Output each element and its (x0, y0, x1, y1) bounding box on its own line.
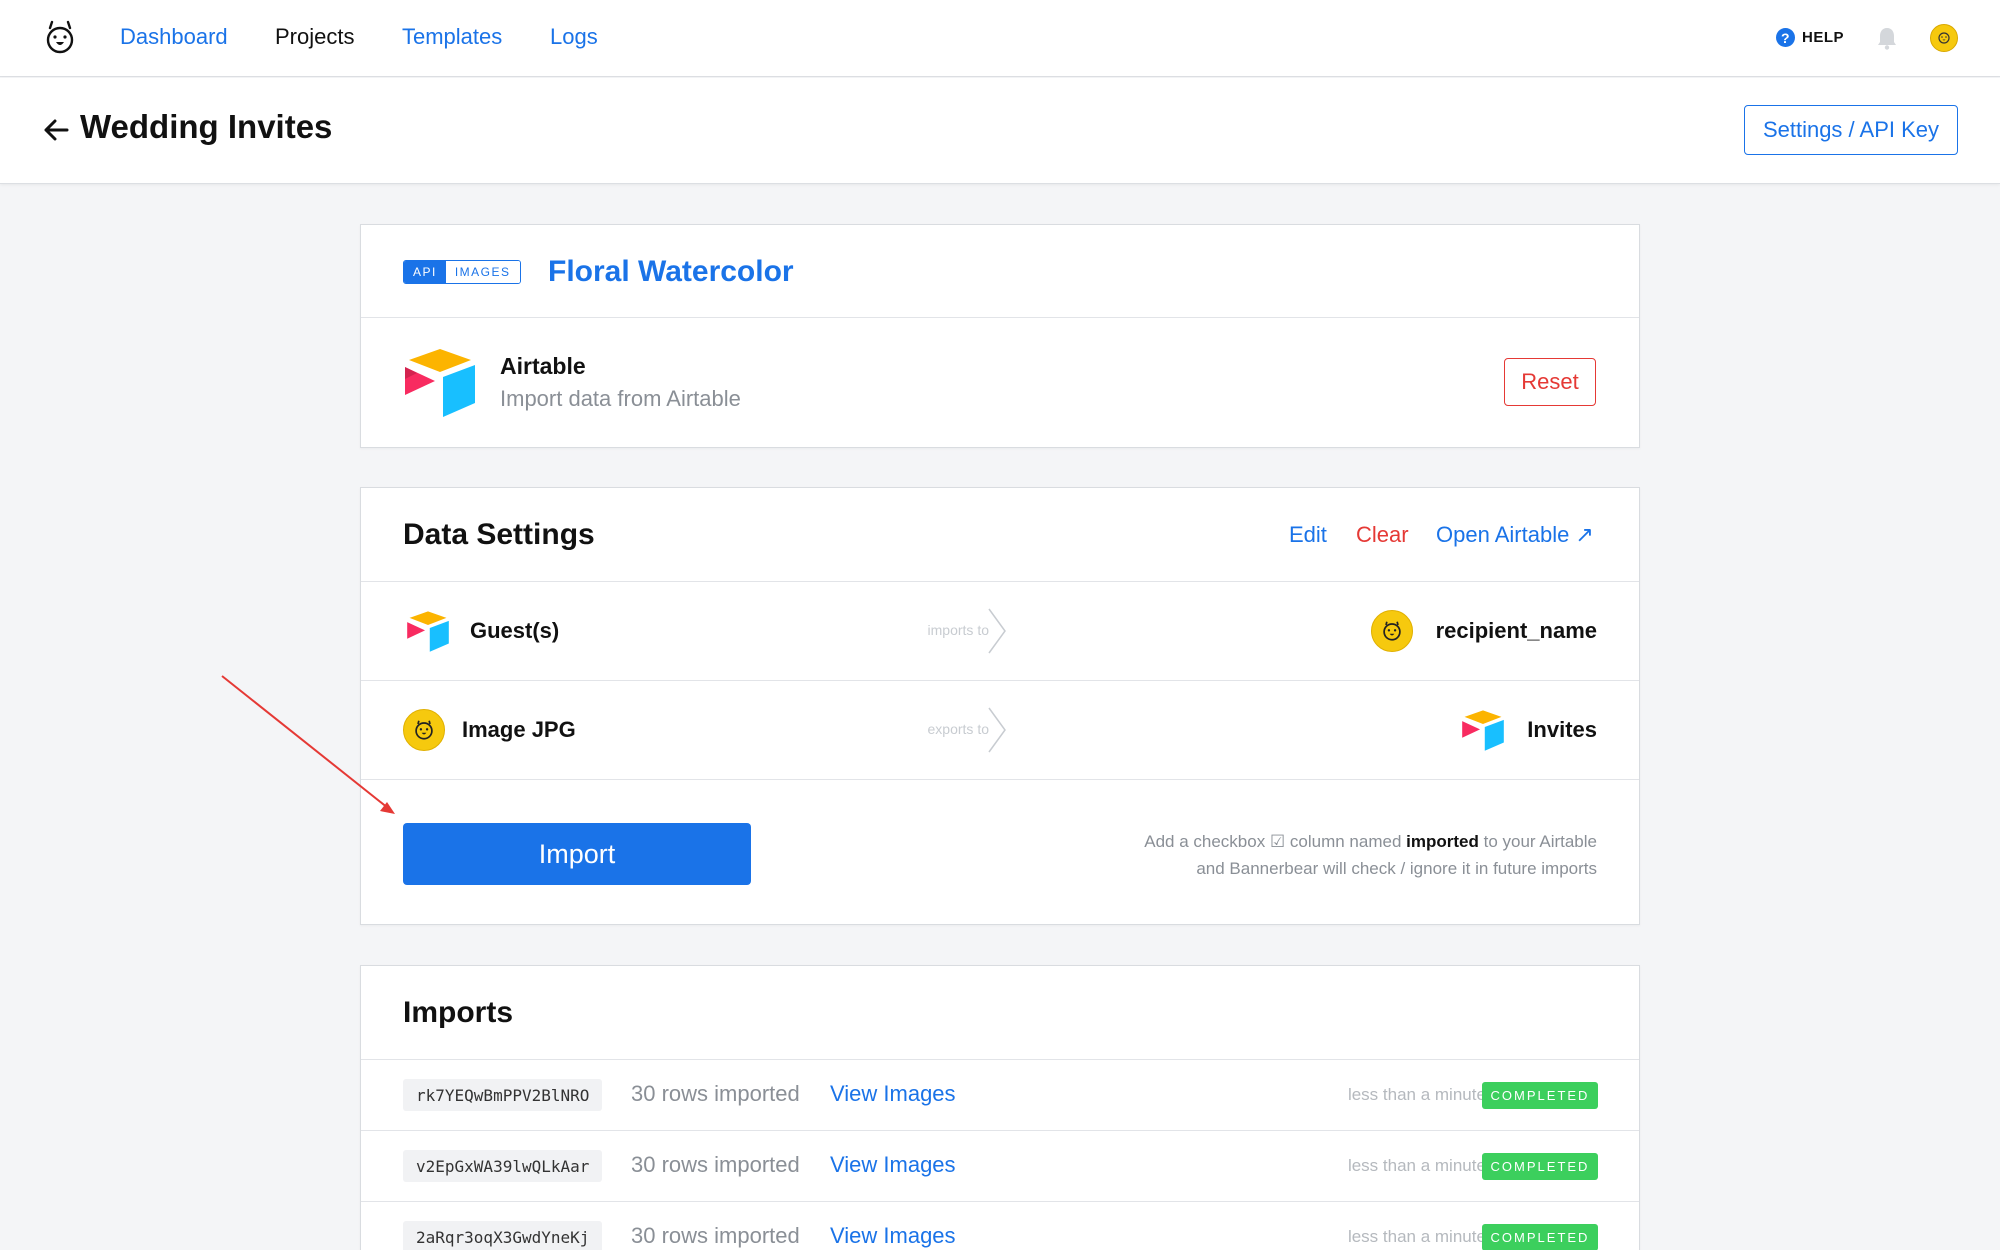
bear-icon (1938, 32, 1950, 44)
import-time: less than a minute ago (1347, 1085, 1519, 1104)
open-airtable-link[interactable]: Open Airtable ↗ (1436, 522, 1594, 548)
mapping-direction: imports to (927, 622, 989, 638)
help-label: HELP (1802, 29, 1845, 46)
template-name-link[interactable]: Floral Watercolor (548, 255, 794, 289)
mapping-source-field: Guest(s) (470, 618, 560, 643)
nav-projects[interactable]: Projects (275, 24, 354, 50)
import-hint: Add a checkbox ☑ column named imported t… (1037, 828, 1597, 882)
mapping-source-field: Image JPG (462, 717, 576, 742)
mapping-direction: exports to (927, 721, 989, 737)
mapping-target-field: Invites (1527, 717, 1597, 742)
badge-images: IMAGES (445, 261, 520, 283)
import-time: less than a minute ago (1347, 1227, 1519, 1246)
reset-button[interactable]: Reset (1504, 358, 1596, 406)
data-settings-title: Data Settings (403, 518, 595, 551)
view-images-link[interactable]: View Images (830, 1152, 956, 1178)
import-action-row: Import Add a checkbox ☑ column named imp… (361, 780, 1639, 926)
bear-icon (403, 709, 445, 751)
import-row-count: 30 rows imported (631, 1223, 800, 1248)
source-title: Airtable (500, 353, 586, 379)
user-avatar[interactable] (1930, 24, 1958, 52)
import-id: v2EpGxWA39lwQLkAar (403, 1150, 603, 1182)
view-images-link[interactable]: View Images (830, 1223, 956, 1249)
mapping-target-field: recipient_name (1435, 618, 1597, 643)
hint-column-name: imported (1406, 832, 1479, 851)
status-badge: COMPLETED (1482, 1153, 1598, 1180)
import-row: 2aRqr3oqX3GwdYneKj 30 rows imported View… (361, 1202, 1639, 1250)
airtable-icon (405, 349, 475, 417)
mapping-row: Guest(s) imports to recipient_name (361, 582, 1639, 680)
edit-link[interactable]: Edit (1289, 522, 1327, 548)
import-row: v2EpGxWA39lwQLkAar 30 rows imported View… (361, 1131, 1639, 1201)
import-row-count: 30 rows imported (631, 1081, 800, 1106)
hint-text-line2: and Bannerbear will check / ignore it in… (1196, 859, 1597, 878)
nav-dashboard[interactable]: Dashboard (120, 24, 228, 50)
imports-title: Imports (403, 996, 514, 1029)
badge-api: API (404, 261, 446, 283)
status-badge: COMPLETED (1482, 1224, 1598, 1250)
back-arrow-icon[interactable] (42, 116, 70, 144)
bear-icon (1371, 610, 1413, 652)
imports-card: Imports rk7YEQwBmPPV2BlNRO 30 rows impor… (360, 965, 1640, 1250)
mapping-row: Image JPG exports to Invites (361, 681, 1639, 779)
import-id: 2aRqr3oqX3GwdYneKj (403, 1221, 603, 1250)
view-images-link[interactable]: View Images (830, 1081, 956, 1107)
help-link[interactable]: ? HELP (1776, 28, 1844, 47)
import-row-count: 30 rows imported (631, 1152, 800, 1177)
page-title: Wedding Invites (80, 108, 333, 145)
airtable-icon (407, 611, 449, 652)
import-time: less than a minute ago (1347, 1156, 1519, 1175)
help-icon: ? (1776, 28, 1795, 47)
settings-api-key-button[interactable]: Settings / API Key (1744, 105, 1958, 155)
chevron-right-icon (988, 707, 1006, 753)
clear-link[interactable]: Clear (1356, 522, 1409, 548)
page-header: Wedding Invites Settings / API Key (0, 78, 2000, 184)
divider (361, 317, 1639, 318)
chevron-right-icon (988, 608, 1006, 654)
top-nav: Dashboard Projects Templates Logs ? HELP (0, 0, 2000, 77)
source-subtitle: Import data from Airtable (500, 386, 741, 411)
hint-text: to your Airtable (1478, 832, 1597, 851)
import-row: rk7YEQwBmPPV2BlNRO 30 rows imported View… (361, 1060, 1639, 1130)
hint-text: Add a checkbox ☑ column named (1144, 832, 1407, 851)
bear-logo-icon[interactable] (42, 18, 78, 58)
nav-templates[interactable]: Templates (402, 24, 502, 50)
airtable-icon (1462, 710, 1504, 751)
data-settings-card: Data Settings Edit Clear Open Airtable ↗… (360, 487, 1640, 925)
import-button[interactable]: Import (403, 823, 751, 885)
nav-logs[interactable]: Logs (550, 24, 598, 50)
template-type-badge: API IMAGES (403, 260, 521, 284)
template-card: API IMAGES Floral Watercolor Airtable Im… (360, 224, 1640, 448)
status-badge: COMPLETED (1482, 1082, 1598, 1109)
bell-icon[interactable] (1876, 26, 1898, 50)
import-id: rk7YEQwBmPPV2BlNRO (403, 1079, 603, 1111)
